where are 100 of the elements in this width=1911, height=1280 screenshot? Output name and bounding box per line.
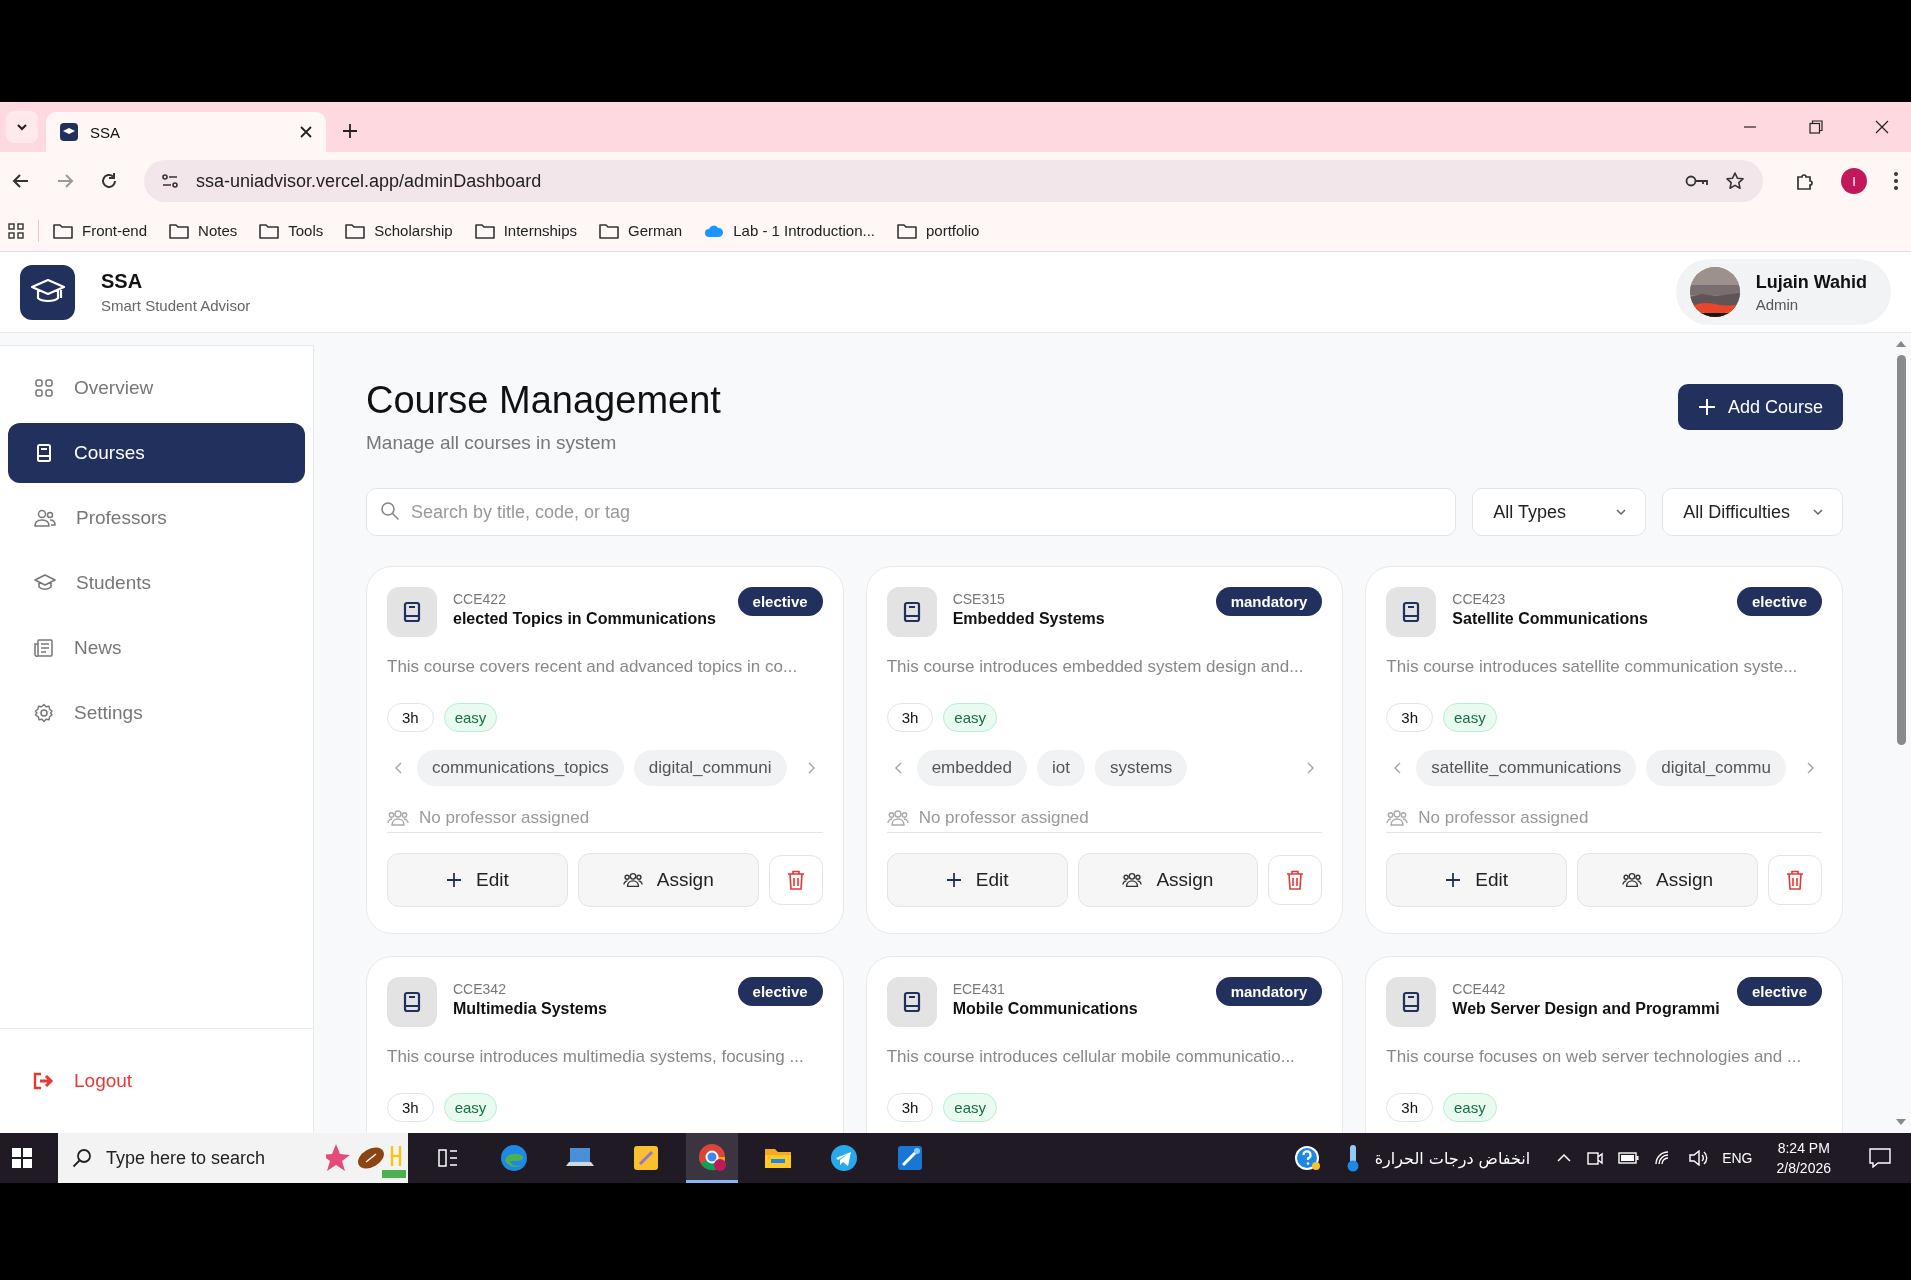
people-icon [1622, 871, 1643, 889]
cloud-icon [704, 223, 725, 238]
paper-plane-icon [829, 1143, 859, 1173]
delete-button[interactable] [768, 855, 823, 905]
menu-icon[interactable] [1893, 171, 1899, 191]
bookmark[interactable]: Internships [474, 222, 578, 239]
difficulty-badge: easy [1443, 703, 1497, 732]
chevron-up-icon[interactable] [1556, 1153, 1573, 1163]
language-indicator[interactable]: ENG [1722, 1150, 1753, 1166]
notification-icon[interactable] [1869, 1148, 1891, 1168]
clock-time[interactable]: 8:24 PM [1777, 1140, 1830, 1156]
forward-icon[interactable] [56, 172, 74, 190]
key-icon[interactable] [1685, 173, 1709, 189]
scrollbar-thumb[interactable] [1896, 355, 1906, 745]
tag-chip: iot [1037, 750, 1085, 786]
type-badge: elective [737, 587, 823, 616]
difficulty-badge: easy [443, 703, 498, 732]
course-title: Multimedia Systems [453, 1000, 608, 1018]
bookmark[interactable]: portfolio [897, 222, 980, 239]
filter-dropdown[interactable]: All Difficulties [1662, 488, 1843, 536]
trash-icon [786, 870, 805, 890]
clock-date[interactable]: 2/8/2026 [1776, 1160, 1831, 1176]
arrow-up-icon[interactable] [1896, 341, 1906, 347]
tab-search-button[interactable] [6, 111, 38, 143]
sidebar-item[interactable]: News [8, 618, 305, 678]
edit-button[interactable]: Edit [1386, 853, 1568, 907]
people-icon [1386, 809, 1409, 827]
course-code: CCE342 [453, 981, 506, 997]
bookmark[interactable]: German [599, 222, 683, 239]
plus-icon [1697, 398, 1716, 416]
add-course-button[interactable]: Add Course [1677, 384, 1843, 430]
sidebar-item[interactable]: Professors [8, 488, 305, 548]
book-icon [1386, 977, 1437, 1027]
book-icon [886, 587, 937, 637]
type-badge: elective [1736, 587, 1822, 616]
filter-dropdown[interactable]: All Types [1472, 488, 1647, 536]
search-field[interactable]: Search by title, code, or tag [366, 488, 1457, 536]
bookmark[interactable]: Tools [259, 222, 324, 239]
delete-button[interactable] [1768, 855, 1822, 905]
back-icon[interactable] [12, 172, 30, 190]
type-badge: mandatory [1215, 977, 1323, 1006]
book-icon [1386, 587, 1437, 637]
search-icon [380, 501, 400, 521]
meet-icon[interactable] [1586, 1149, 1605, 1167]
bookmark[interactable]: Front-end [53, 222, 148, 239]
volume-icon[interactable] [1688, 1150, 1709, 1166]
bookmark[interactable]: Notes [169, 222, 238, 239]
restore-icon[interactable] [1809, 120, 1823, 134]
delete-button[interactable] [1268, 855, 1323, 905]
bookmark[interactable]: Lab - 1 Introduction... [704, 222, 875, 239]
browser-tab[interactable]: SSA [46, 112, 326, 152]
address-bar[interactable]: ssa-uniadvisor.vercel.app/adminDashboard [144, 160, 1763, 202]
help-icon[interactable] [1292, 1144, 1321, 1172]
course-description: This course introduces embedded system design and... [886, 657, 1305, 677]
people-icon [387, 809, 409, 827]
arrow-down-icon[interactable] [1896, 1119, 1906, 1125]
professor-status: No professor assigned [1418, 808, 1589, 828]
battery-icon[interactable] [1618, 1151, 1641, 1165]
close-icon[interactable] [300, 126, 312, 138]
taskbar-search-bar[interactable]: Type here to search [58, 1133, 408, 1183]
edit-button[interactable]: Edit [886, 853, 1068, 907]
taskbar-button[interactable] [686, 1133, 738, 1183]
course-title: Satellite Communications [1452, 610, 1649, 628]
reload-icon[interactable] [100, 172, 118, 190]
people-icon [1122, 871, 1143, 889]
weather-text[interactable]: انخفاض درجات الحرارة [1374, 1148, 1531, 1168]
plus-icon [446, 872, 463, 888]
sidebar-item[interactable]: Students [8, 553, 305, 613]
sidebar-item[interactable]: Overview [8, 358, 305, 418]
taskbar-search-field[interactable]: Type here to search [58, 1133, 326, 1183]
windows-icon[interactable] [12, 1148, 32, 1168]
site-settings-icon[interactable] [160, 171, 180, 191]
close-icon[interactable] [1875, 120, 1889, 134]
app-icon [895, 1143, 925, 1173]
puzzle-icon[interactable] [1795, 171, 1815, 191]
plus-icon [1445, 872, 1462, 888]
folder-icon [345, 222, 366, 239]
folder-icon [897, 222, 917, 239]
user-chip[interactable]: Lujain Wahid Admin [1675, 259, 1891, 325]
sidebar-item[interactable]: Courses [8, 423, 305, 483]
folder-icon [259, 222, 280, 239]
browser-icon [697, 1141, 727, 1172]
search-icon [72, 1148, 92, 1168]
assign-button[interactable]: Assign [1577, 853, 1758, 907]
assign-button[interactable]: Assign [577, 853, 759, 907]
caret-icon [1615, 508, 1628, 516]
apps-grid-icon[interactable] [8, 222, 24, 239]
course-title: Embedded Systems [952, 610, 1106, 628]
star-icon[interactable] [1725, 171, 1745, 191]
tag-chip: digital_communi [633, 750, 787, 786]
bookmark[interactable]: Scholarship [345, 222, 453, 239]
plus-icon[interactable] [342, 123, 358, 139]
sidebar-item[interactable]: Settings [8, 683, 305, 743]
edit-button[interactable]: Edit [387, 853, 568, 907]
course-description: This course focuses on web server technologies and ... [1386, 1047, 1803, 1067]
profile-button[interactable]: I [1841, 168, 1867, 194]
course-code: CCE442 [1452, 981, 1506, 997]
people-icon [886, 809, 909, 827]
assign-button[interactable]: Assign [1077, 853, 1259, 907]
course-title: elected Topics in Communications [453, 610, 717, 628]
